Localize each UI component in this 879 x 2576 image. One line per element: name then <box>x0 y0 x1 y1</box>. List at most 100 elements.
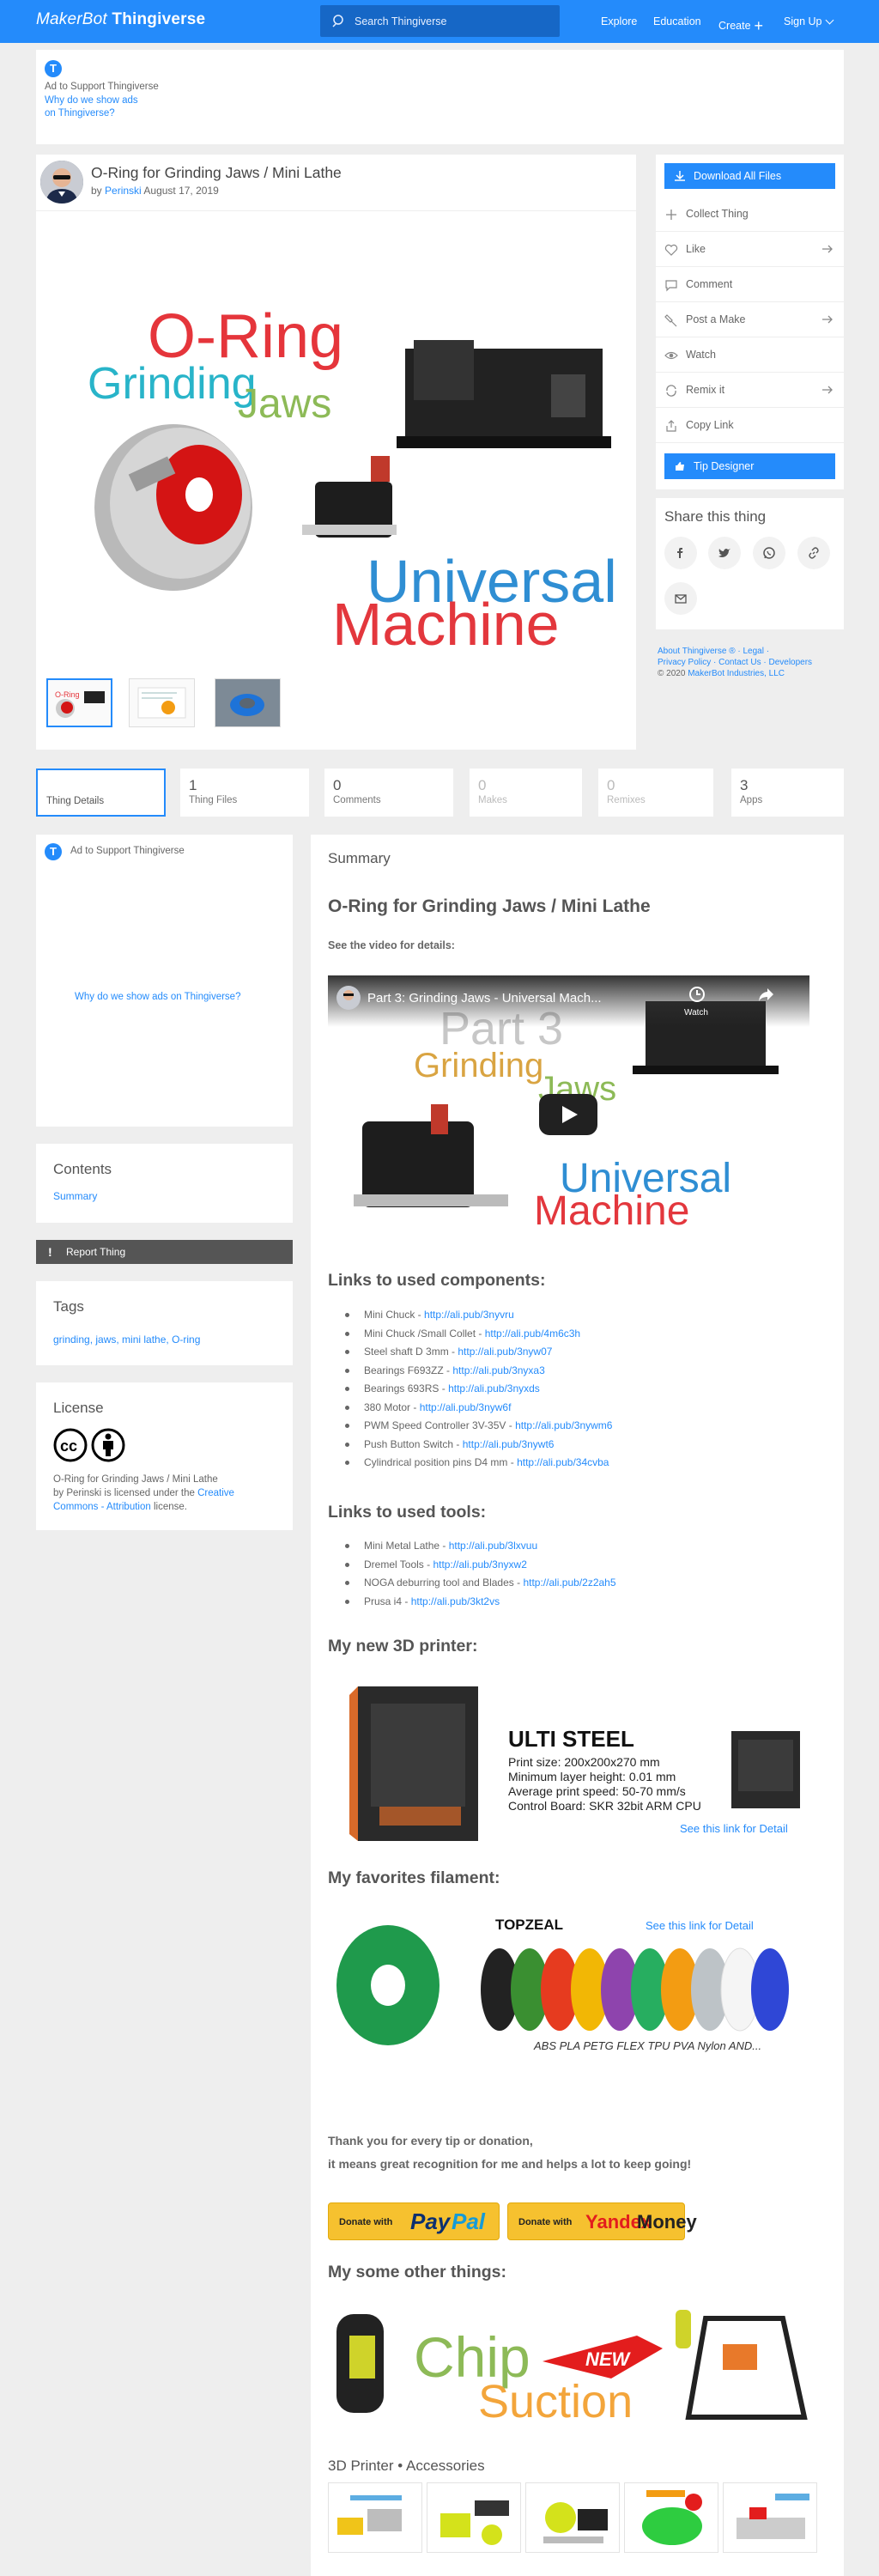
link-share-button[interactable] <box>797 537 830 569</box>
tab-apps[interactable]: 3 Apps <box>731 769 844 817</box>
watch-later-icon[interactable] <box>688 986 706 1003</box>
copy-link-label: Copy Link <box>686 419 734 431</box>
component-link[interactable]: http://ali.pub/3nyvru <box>424 1309 514 1321</box>
play-button[interactable] <box>539 1094 597 1135</box>
tab-comments[interactable]: 0 Comments <box>324 769 453 817</box>
component-link[interactable]: http://ali.pub/4m6c3h <box>485 1327 580 1340</box>
author-link[interactable]: Perinski <box>105 185 142 197</box>
filament-types: ABS PLA PETG FLEX TPU PVA Nylon AND... <box>533 2039 761 2052</box>
nav-signup[interactable]: Sign Up <box>784 15 834 27</box>
filament-banner[interactable]: TOPZEAL See this link for Detail ABS PLA… <box>328 1908 809 2058</box>
tab-makes[interactable]: 0 Makes <box>470 769 582 817</box>
report-label: Report Thing <box>66 1246 126 1258</box>
thing-files-label: Thing Files <box>189 795 238 805</box>
component-name: Bearings 693RS - <box>364 1382 449 1394</box>
comments-count: 0 <box>333 777 342 793</box>
nav-create[interactable]: Create + <box>718 15 763 34</box>
thumbnail-2[interactable] <box>129 678 195 727</box>
list-item: NOGA deburring tool and Blades - http://… <box>345 1577 616 1595</box>
whatsapp-share-button[interactable] <box>753 537 785 569</box>
accessory-thumb-2[interactable] <box>427 2482 521 2553</box>
donate-paypal-button[interactable]: Donate with Pay Pal <box>328 2202 500 2240</box>
search-input[interactable]: Search Thingiverse <box>320 5 560 37</box>
component-link[interactable]: http://ali.pub/3nyw6f <box>420 1401 512 1413</box>
download-label: Download All Files <box>694 170 782 182</box>
post-make-label: Post a Make <box>686 313 746 325</box>
component-link[interactable]: http://ali.pub/34cvba <box>517 1456 609 1468</box>
component-link[interactable]: http://ali.pub/3nywt6 <box>463 1438 555 1450</box>
nav-explore[interactable]: Explore <box>601 15 637 27</box>
thingiverse-logo[interactable]: MakerBot Thingiverse <box>36 10 205 29</box>
thumbnail-1[interactable]: O-Ring <box>46 678 112 727</box>
remix-button[interactable]: Remix it <box>656 373 844 408</box>
accessory-thumb-4[interactable] <box>624 2482 718 2553</box>
component-link[interactable]: http://ali.pub/3nyw07 <box>458 1346 552 1358</box>
footer-line1[interactable]: About Thingiverse ® · Legal · <box>658 646 846 657</box>
copy-link-button[interactable]: Copy Link <box>656 408 844 443</box>
list-item: PWM Speed Controller 3V-35V - http://ali… <box>345 1419 612 1438</box>
footer-line2[interactable]: Privacy Policy · Contact Us · Developers <box>658 657 846 668</box>
hero-word-machine: Machine <box>332 591 560 658</box>
list-item: Dremel Tools - http://ali.pub/3nyxw2 <box>345 1558 616 1577</box>
printer-banner[interactable]: ULTI STEEL Print size: 200x200x270 mm Mi… <box>328 1678 809 1850</box>
video-embed[interactable]: Part 3 Grinding Jaws Universal Machine P… <box>328 975 809 1246</box>
nozzle-icon <box>664 314 677 327</box>
report-thing-button[interactable]: ! Report Thing <box>36 1240 293 1264</box>
collect-thing-button[interactable]: Collect Thing <box>656 197 844 232</box>
why-ads-link[interactable]: Why do we show ads on Thingiverse? <box>45 94 138 120</box>
nav-education[interactable]: Education <box>653 15 701 27</box>
accessory-thumb-5[interactable] <box>723 2482 817 2553</box>
tags-title: Tags <box>53 1298 84 1315</box>
accessory-thumb-3[interactable] <box>525 2482 620 2553</box>
tab-remixes[interactable]: 0 Remixes <box>598 769 713 817</box>
component-name: 380 Motor - <box>364 1400 420 1413</box>
facebook-share-button[interactable] <box>664 537 697 569</box>
tags-list[interactable]: grinding, jaws, mini lathe, O-ring <box>53 1334 200 1346</box>
tool-link[interactable]: http://ali.pub/3lxvuu <box>449 1540 537 1552</box>
filament-heading: My favorites filament: <box>328 1868 500 1887</box>
company-link[interactable]: MakerBot Industries, LLC <box>688 669 785 678</box>
ad-banner-side: T Ad to Support Thingiverse Why do we sh… <box>36 835 293 1127</box>
twitter-share-button[interactable] <box>708 537 741 569</box>
license-link-creative[interactable]: Creative <box>197 1488 234 1498</box>
why-ads-link[interactable]: Why do we show ads on Thingiverse? <box>75 991 240 1004</box>
tip-label: Tip Designer <box>694 460 755 472</box>
chevron-down-icon <box>826 15 834 25</box>
channel-avatar[interactable] <box>336 986 361 1010</box>
video-share-icon[interactable] <box>757 986 774 1003</box>
accessory-thumb-1[interactable] <box>328 2482 422 2553</box>
download-all-files-button[interactable]: Download All Files <box>664 163 835 189</box>
component-link[interactable]: http://ali.pub/3nyxds <box>448 1382 540 1394</box>
tab-thing-files[interactable]: 1 Thing Files <box>180 769 309 817</box>
hero-image[interactable]: O-Ring Grinding Jaws Universal Machine <box>36 210 636 665</box>
comment-button[interactable]: Comment <box>656 267 844 302</box>
printer-spec4: Control Board: SKR 32bit ARM CPU <box>508 1799 701 1813</box>
contents-summary-link[interactable]: Summary <box>53 1190 97 1202</box>
tool-link[interactable]: http://ali.pub/2z2ah5 <box>523 1577 615 1589</box>
email-share-button[interactable] <box>664 582 697 615</box>
download-icon <box>675 171 685 181</box>
share-panel: Share this thing <box>656 498 844 629</box>
thumbnail-2-image <box>137 687 186 719</box>
post-a-make-button[interactable]: Post a Make <box>656 302 844 337</box>
hero-illustration: O-Ring Grinding Jaws Universal Machine <box>88 302 617 658</box>
eye-icon <box>664 351 678 360</box>
avatar[interactable] <box>40 161 83 204</box>
tool-link[interactable]: http://ali.pub/3kt2vs <box>411 1595 500 1607</box>
thingiverse-badge-icon: T <box>45 843 62 860</box>
component-link[interactable]: http://ali.pub/3nyxa3 <box>452 1364 544 1376</box>
license-link-attribution[interactable]: Commons - Attribution <box>53 1502 151 1512</box>
tab-thing-details[interactable]: Thing Details <box>36 769 166 817</box>
thumbnail-3[interactable] <box>215 678 281 727</box>
chip-suction-banner[interactable]: Chip Suction NEW <box>328 2301 813 2426</box>
ad-label: Ad to Support Thingiverse <box>70 846 185 856</box>
component-link[interactable]: http://ali.pub/3nywm6 <box>515 1419 612 1431</box>
avatar-photo <box>40 161 83 204</box>
like-button[interactable]: Like <box>656 232 844 267</box>
printer-detail-link: See this link for Detail <box>680 1822 788 1835</box>
watch-button[interactable]: Watch <box>656 337 844 373</box>
video-title[interactable]: Part 3: Grinding Jaws - Universal Mach..… <box>367 991 602 1005</box>
tool-link[interactable]: http://ali.pub/3nyxw2 <box>433 1558 526 1571</box>
tip-designer-button[interactable]: Tip Designer <box>664 453 835 479</box>
donate-yandex-button[interactable]: Donate with Yandex Money <box>507 2202 697 2240</box>
